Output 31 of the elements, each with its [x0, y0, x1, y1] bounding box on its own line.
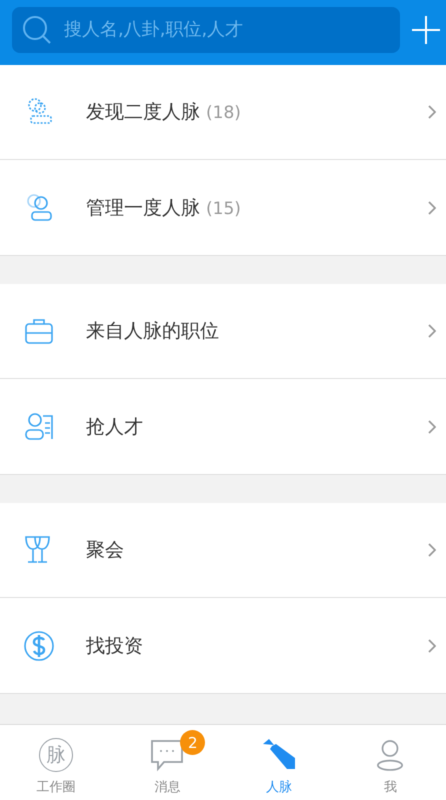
person-icon — [376, 738, 404, 772]
item-title: 聚会 — [86, 538, 125, 563]
chat-icon — [150, 738, 184, 772]
item-title: 发现二度人脉 (18) — [86, 100, 242, 125]
tab[interactable]: 2 消息 — [112, 725, 223, 800]
chevron-icon — [428, 200, 436, 214]
tie-icon — [260, 738, 297, 772]
list-item[interactable]: 来自人脉的职位 — [0, 284, 446, 379]
list-item[interactable]: 聚会 — [0, 503, 446, 598]
item-title: 来自人脉的职位 — [86, 319, 220, 344]
person-card-icon — [23, 410, 55, 442]
chevron-icon — [428, 638, 436, 652]
add-icon[interactable] — [412, 16, 440, 44]
list-item[interactable]: 抢人才 — [0, 379, 446, 474]
chevron-icon — [428, 324, 436, 338]
item-title: 找投资 — [86, 634, 144, 658]
search-field[interactable]: 搜人名,八卦,职位,人才 — [12, 6, 400, 52]
search-icon — [22, 14, 52, 44]
list-item[interactable]: 管理一度人脉 (15) — [0, 160, 446, 255]
circle-icon: 脉 — [38, 738, 73, 772]
dollar-icon — [23, 630, 55, 662]
list-item[interactable]: 找投资 — [0, 598, 446, 693]
unread-badge: 2 — [180, 730, 206, 755]
chevron-icon — [428, 105, 436, 119]
item-title: 管理一度人脉 (15) — [86, 196, 242, 220]
chevron-icon — [428, 420, 436, 434]
item-title: 抢人才 — [86, 414, 144, 440]
tab[interactable]: 脉 工作圈 — [0, 725, 112, 800]
list-item[interactable]: 发现二度人脉 (18) — [0, 65, 446, 160]
chevron-icon — [428, 543, 436, 557]
tab[interactable]: 我 — [334, 725, 446, 800]
